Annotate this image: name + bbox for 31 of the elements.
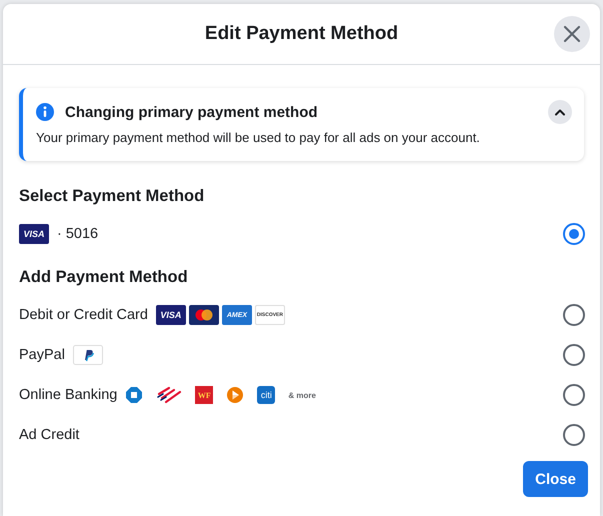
notice-text: Your primary payment method will be used to pay for all ads on your account. bbox=[36, 130, 481, 145]
card-logo: VISA bbox=[156, 305, 186, 325]
bank-logo bbox=[125, 386, 144, 404]
radio-button[interactable] bbox=[563, 424, 585, 446]
bank-logo bbox=[226, 386, 244, 404]
bank-logo bbox=[156, 386, 182, 404]
option-label: Ad Credit bbox=[19, 427, 80, 443]
card-logo bbox=[188, 305, 219, 325]
radio-button[interactable] bbox=[563, 344, 585, 366]
collapse-button[interactable] bbox=[548, 100, 572, 124]
more-text: & more bbox=[288, 390, 316, 400]
bank-logo: WF bbox=[195, 386, 214, 404]
close-button[interactable] bbox=[554, 16, 590, 52]
chevron-icon bbox=[554, 108, 566, 116]
info-icon bbox=[36, 103, 54, 121]
paypal-logo bbox=[72, 345, 103, 365]
radio-button[interactable] bbox=[563, 304, 585, 326]
option-label: Debit or Credit Card bbox=[19, 307, 148, 323]
radio-button[interactable] bbox=[563, 223, 585, 245]
section-heading: Add Payment Method bbox=[19, 268, 189, 287]
card-logo: VISA bbox=[19, 224, 49, 244]
dialog-title: Edit Payment Method bbox=[204, 23, 398, 45]
notice-title: Changing primary payment method bbox=[65, 104, 319, 120]
radio-button[interactable] bbox=[563, 384, 585, 406]
close-icon bbox=[563, 25, 581, 43]
option-label: Online Banking bbox=[19, 387, 118, 403]
card-number: · 5016 bbox=[57, 226, 98, 242]
close-button[interactable]: Close bbox=[523, 461, 588, 497]
section-heading: Select Payment Method bbox=[19, 187, 206, 206]
bank-logo: citi bbox=[257, 386, 276, 404]
option-label: PayPal bbox=[19, 347, 65, 363]
